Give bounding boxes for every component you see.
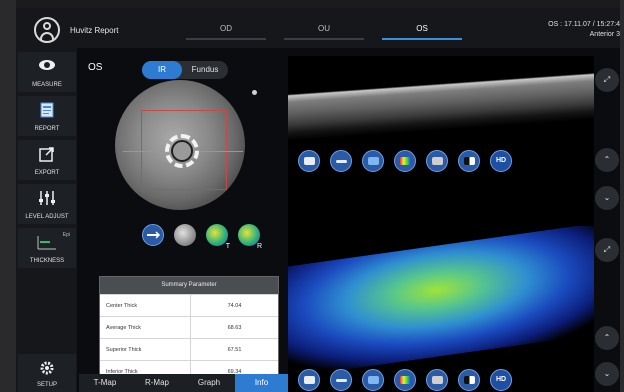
- chevron-down-icon[interactable]: ⌄: [595, 186, 619, 210]
- sidebar-item-thickness[interactable]: Epi THICKNESS: [18, 228, 76, 268]
- sphere-icon[interactable]: [174, 224, 196, 246]
- row-value: 68.63: [190, 317, 278, 339]
- tab-os-label: OS: [416, 24, 428, 33]
- device-bezel-right: [620, 0, 624, 392]
- oct-toolbar-bottom: HD: [288, 367, 594, 392]
- tab-ou-label: OU: [318, 24, 330, 33]
- top-bar: Huvitz Report OD OU OS OS : 17.11.07 / 1…: [16, 8, 620, 48]
- sidebar-item-label: SETUP: [36, 382, 57, 388]
- expand-icon[interactable]: ⤢: [595, 68, 619, 92]
- caliper-icon[interactable]: [330, 369, 352, 391]
- table-row: Superior Thick 67.51: [100, 338, 278, 361]
- invert-icon[interactable]: [458, 369, 480, 391]
- exam-datetime: OS : 17.11.07 / 15:27:4 Anterior 3: [548, 20, 620, 40]
- bottom-tab-bar: T-Map R-Map Graph Info: [79, 374, 288, 392]
- gear-icon: [40, 361, 54, 375]
- row-label: Center Thick: [106, 303, 138, 309]
- tab-graph[interactable]: Graph: [183, 374, 235, 392]
- row-label: Average Thick: [106, 325, 141, 331]
- hd-label: HD: [495, 157, 507, 164]
- fundus-toggle-option[interactable]: Fundus: [182, 61, 228, 79]
- sidebar-item-label: MEASURE: [32, 82, 62, 88]
- eye-side-label: OS: [88, 62, 103, 73]
- ir-toggle-option[interactable]: IR: [142, 61, 182, 79]
- grayscale-icon[interactable]: [426, 369, 448, 391]
- chevron-down-icon[interactable]: ⌄: [595, 362, 619, 386]
- right-control-column: ⤢ ⌃ ⌄ ⤢ ⌃ ⌄: [594, 48, 620, 392]
- chevron-up-icon[interactable]: ⌃: [595, 148, 619, 172]
- level-adjust-icon: [39, 191, 55, 205]
- layer-icon[interactable]: [362, 369, 384, 391]
- thickness-icon: [37, 236, 56, 250]
- oct-bscan-color-panel[interactable]: HD: [288, 226, 594, 392]
- r-map-icon[interactable]: R: [238, 224, 262, 250]
- sidebar-item-export[interactable]: EXPORT: [18, 140, 76, 180]
- layer-icon[interactable]: [362, 150, 384, 172]
- hd-label: HD: [495, 376, 507, 383]
- tab-od-label: OD: [220, 24, 232, 33]
- sidebar: MEASURE REPORT EXPORT LEVEL ADJUST Epi T…: [16, 48, 77, 392]
- tab-r-map[interactable]: R-Map: [131, 374, 183, 392]
- fundus-panel: OS IR Fundus T R Summary Parameter Cente…: [79, 48, 288, 392]
- sidebar-item-label: LEVEL ADJUST: [25, 214, 69, 220]
- fixation-target-center: [171, 140, 193, 162]
- chevron-up-icon[interactable]: ⌃: [595, 326, 619, 350]
- exam-datetime-line1: OS : 17.11.07 / 15:27:4: [548, 21, 620, 28]
- r-map-label: R: [256, 243, 262, 250]
- t-map-icon[interactable]: T: [206, 224, 230, 250]
- eye-icon: [39, 60, 55, 70]
- row-value: 67.51: [190, 339, 278, 361]
- app-window: Huvitz Report OD OU OS OS : 17.11.07 / 1…: [16, 8, 620, 392]
- tab-info[interactable]: Info: [235, 374, 288, 392]
- table-row: Center Thick 74.04: [100, 294, 278, 317]
- tab-t-map[interactable]: T-Map: [79, 374, 131, 392]
- sidebar-item-level-adjust[interactable]: LEVEL ADJUST: [18, 184, 76, 224]
- export-icon: [39, 147, 54, 162]
- tab-od[interactable]: OD: [186, 24, 266, 40]
- oct-bscan-grayscale-panel[interactable]: HD: [288, 56, 594, 226]
- row-value: 74.04: [190, 295, 278, 317]
- sidebar-item-label: REPORT: [34, 126, 60, 132]
- sidebar-item-label: THICKNESS: [29, 258, 65, 264]
- color-map-icon[interactable]: [394, 150, 416, 172]
- sidebar-item-report[interactable]: REPORT: [18, 96, 76, 136]
- invert-icon[interactable]: [458, 150, 480, 172]
- exam-mode-label: Anterior 3: [589, 31, 620, 38]
- sidebar-item-setup[interactable]: SETUP: [18, 354, 76, 392]
- table-row: Average Thick 68.63: [100, 316, 278, 339]
- thickness-badge: Epi: [62, 232, 70, 238]
- marker-dot: [252, 90, 257, 95]
- eye-view-icon[interactable]: [298, 369, 320, 391]
- color-map-icon[interactable]: [394, 369, 416, 391]
- expand-icon[interactable]: ⤢: [595, 238, 619, 262]
- sidebar-item-measure[interactable]: MEASURE: [18, 52, 76, 92]
- report-icon: [40, 102, 54, 118]
- tab-ou[interactable]: OU: [284, 24, 364, 40]
- t-map-label: T: [225, 243, 230, 250]
- summary-title: Summary Parameter: [100, 277, 278, 294]
- scan-line-icon[interactable]: [142, 224, 164, 246]
- app-title: Huvitz Report: [70, 26, 119, 35]
- oct-toolbar-top: HD: [288, 148, 594, 174]
- sidebar-item-label: EXPORT: [34, 170, 60, 176]
- hd-icon[interactable]: HD: [490, 369, 512, 391]
- eye-view-icon[interactable]: [298, 150, 320, 172]
- summary-parameter-table: Summary Parameter Center Thick 74.04 Ave…: [99, 276, 279, 383]
- oct-bscan-color-image: [288, 226, 594, 380]
- hd-icon[interactable]: HD: [490, 150, 512, 172]
- user-avatar-icon[interactable]: [34, 17, 60, 43]
- device-bezel-left: [0, 0, 16, 392]
- image-mode-toggle[interactable]: IR Fundus: [142, 61, 228, 79]
- tab-os[interactable]: OS: [382, 24, 462, 40]
- row-label: Superior Thick: [106, 347, 142, 353]
- grayscale-icon[interactable]: [426, 150, 448, 172]
- caliper-icon[interactable]: [330, 150, 352, 172]
